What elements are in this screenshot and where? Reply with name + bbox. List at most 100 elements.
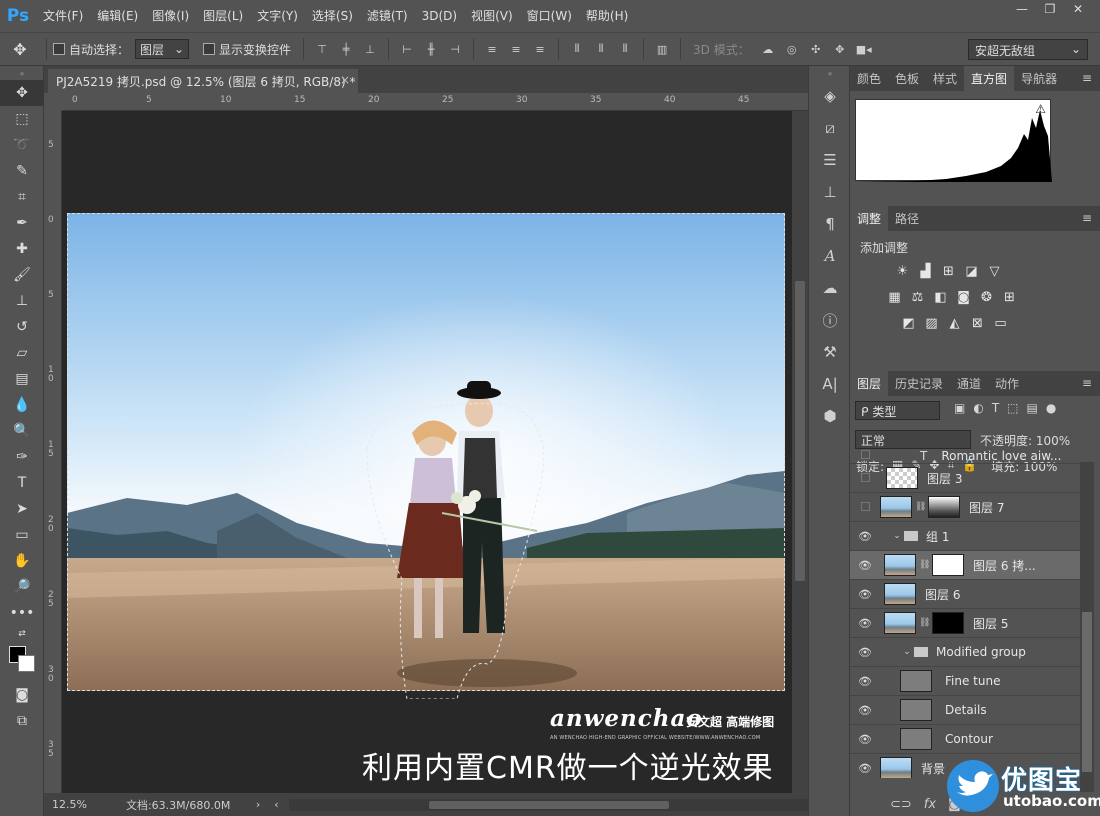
layer-thumbnail[interactable] bbox=[900, 670, 932, 692]
panel-tab[interactable]: 路径 bbox=[888, 206, 926, 231]
panel-tab[interactable]: 颜色 bbox=[850, 66, 888, 91]
3d-slide-icon[interactable]: ✥ bbox=[828, 39, 852, 59]
align-hcenter-icon[interactable]: ╫ bbox=[419, 39, 443, 59]
distribute-right-icon[interactable]: ⦀ bbox=[613, 39, 637, 59]
quick-mask-icon[interactable]: ◙ bbox=[0, 682, 44, 708]
distribute-left-icon[interactable]: ⦀ bbox=[565, 39, 589, 59]
visibility-eye-icon[interactable]: 👁 bbox=[850, 762, 880, 775]
opacity-field[interactable]: 不透明度: 100% bbox=[980, 432, 1070, 449]
visibility-eye-icon[interactable]: 👁 bbox=[850, 704, 880, 717]
selective-color-icon[interactable]: ⊠ bbox=[969, 315, 986, 332]
panel-menu-icon[interactable]: ≡ bbox=[1082, 211, 1092, 225]
distribute-bottom-icon[interactable]: ≡ bbox=[528, 39, 552, 59]
type-tool-icon[interactable]: T bbox=[0, 470, 44, 496]
more-tools-icon[interactable]: ••• bbox=[0, 600, 44, 626]
screen-mode-icon[interactable]: ⧉ bbox=[0, 708, 44, 734]
gradient-map-icon[interactable]: ▭ bbox=[992, 315, 1009, 332]
align-left-icon[interactable]: ⊢ bbox=[395, 39, 419, 59]
filter-toggle-icon[interactable]: ● bbox=[1046, 401, 1056, 415]
levels-icon[interactable]: ▟ bbox=[917, 263, 934, 280]
swap-colors-icon[interactable]: ⇄ bbox=[0, 626, 44, 642]
pen-tool-icon[interactable]: ✑ bbox=[0, 444, 44, 470]
crop-tool-icon[interactable]: ⌗ bbox=[0, 184, 44, 210]
canvas-pasteboard[interactable]: anwenchao 安文超 高端修图 AN WENCHAO HIGH-END G… bbox=[62, 111, 792, 793]
menu-item[interactable]: 窗口(W) bbox=[520, 0, 579, 32]
adjustment-filter-icon[interactable]: ◐ bbox=[973, 401, 983, 415]
marquee-tool-icon[interactable]: ⬚ bbox=[0, 106, 44, 132]
scroll-thumb[interactable] bbox=[795, 281, 805, 581]
panel-tab[interactable]: 样式 bbox=[926, 66, 964, 91]
scroll-left-icon[interactable]: ‹ bbox=[274, 798, 278, 811]
menu-item[interactable]: 视图(V) bbox=[464, 0, 520, 32]
visibility-eye-icon[interactable]: 👁 bbox=[850, 733, 880, 746]
dodge-tool-icon[interactable]: 🔍 bbox=[0, 418, 44, 444]
layer-thumbnail[interactable] bbox=[880, 496, 912, 518]
menu-item[interactable]: 文字(Y) bbox=[250, 0, 305, 32]
black-white-icon[interactable]: ◧ bbox=[932, 289, 949, 306]
distribute-top-icon[interactable]: ≡ bbox=[480, 39, 504, 59]
group-expand-icon[interactable]: ⌄ bbox=[890, 531, 904, 541]
scroll-thumb[interactable] bbox=[428, 800, 669, 809]
layer-style-icon[interactable]: fx bbox=[924, 797, 936, 812]
panel-tab[interactable]: 动作 bbox=[988, 371, 1026, 396]
tool-presets-icon[interactable]: ⚒ bbox=[809, 336, 851, 368]
panel-tab[interactable]: 导航器 bbox=[1014, 66, 1064, 91]
clone-stamp-tool-icon[interactable]: ⊥ bbox=[0, 288, 44, 314]
type-filter-icon[interactable]: T bbox=[992, 401, 999, 415]
vibrance-icon[interactable]: ▽ bbox=[986, 263, 1003, 280]
visibility-eye-icon[interactable] bbox=[850, 472, 880, 485]
move-tool-icon[interactable]: ✥ bbox=[0, 80, 44, 106]
auto-select-checkbox[interactable] bbox=[53, 43, 65, 55]
menu-item[interactable]: 3D(D) bbox=[415, 0, 464, 32]
close-icon[interactable]: × bbox=[340, 73, 350, 87]
paragraph-icon[interactable]: ¶ bbox=[809, 208, 851, 240]
quick-select-tool-icon[interactable]: ✎ bbox=[0, 158, 44, 184]
panel-tab[interactable]: 历史记录 bbox=[888, 371, 950, 396]
brush-tool-icon[interactable]: 🖌 bbox=[0, 262, 44, 288]
layer-thumbnail[interactable] bbox=[884, 554, 916, 576]
type-icon[interactable]: A| bbox=[809, 368, 851, 400]
eraser-tool-icon[interactable]: ▱ bbox=[0, 340, 44, 366]
menu-item[interactable]: 编辑(E) bbox=[90, 0, 145, 32]
panel-tab[interactable]: 通道 bbox=[950, 371, 988, 396]
layer-thumbnail[interactable] bbox=[886, 467, 918, 489]
menu-item[interactable]: 帮助(H) bbox=[579, 0, 635, 32]
document-tab[interactable]: PJ2A5219 拷贝.psd @ 12.5% (图层 6 拷贝, RGB/8)… bbox=[48, 69, 358, 93]
blend-mode-dropdown[interactable]: 正常 bbox=[855, 430, 971, 449]
layers-scrollbar[interactable] bbox=[1080, 462, 1094, 792]
link-layers-icon[interactable]: ⊂⊃ bbox=[890, 797, 912, 812]
photo-filter-icon[interactable]: ◙ bbox=[955, 289, 972, 306]
align-bottom-icon[interactable]: ⊥ bbox=[358, 39, 382, 59]
menu-item[interactable]: 选择(S) bbox=[305, 0, 360, 32]
visibility-eye-icon[interactable]: 👁 bbox=[850, 588, 880, 601]
visibility-eye-icon[interactable]: 👁 bbox=[850, 559, 880, 572]
auto-select-dropdown[interactable]: 图层 ⌄ bbox=[135, 39, 190, 59]
visibility-eye-icon[interactable]: 👁 bbox=[850, 675, 880, 688]
3d-drag-icon[interactable]: ✣ bbox=[804, 39, 828, 59]
canvas-vertical-scrollbar[interactable] bbox=[792, 111, 808, 793]
layer-row[interactable]: 👁 ⌄ 组 1 bbox=[850, 522, 1080, 551]
align-vcenter-icon[interactable]: ╪ bbox=[334, 39, 358, 59]
layer-row[interactable]: 👁 Fine tune bbox=[850, 667, 1080, 696]
layer-row[interactable]: 👁 ⛓ 图层 6 拷... bbox=[850, 551, 1080, 580]
align-top-icon[interactable]: ⊤ bbox=[310, 39, 334, 59]
exposure-icon[interactable]: ◪ bbox=[963, 263, 980, 280]
layer-mask-thumbnail[interactable] bbox=[932, 554, 964, 576]
distribute-vcenter-icon[interactable]: ≡ bbox=[504, 39, 528, 59]
menu-item[interactable]: 文件(F) bbox=[36, 0, 90, 32]
color-lookup-icon[interactable]: ⊞ bbox=[1001, 289, 1018, 306]
layer-thumbnail[interactable] bbox=[884, 612, 916, 634]
layer-thumbnail[interactable] bbox=[884, 583, 916, 605]
3d-icon[interactable]: ◈ bbox=[809, 80, 851, 112]
rectangle-tool-icon[interactable]: ▭ bbox=[0, 522, 44, 548]
layer-row[interactable]: ⛓ 图层 7 bbox=[850, 493, 1080, 522]
visibility-eye-icon[interactable] bbox=[850, 449, 880, 462]
mask-link-icon[interactable]: ⛓ bbox=[915, 502, 926, 512]
libraries-icon[interactable]: ☁ bbox=[809, 272, 851, 304]
threshold-icon[interactable]: ◭ bbox=[946, 315, 963, 332]
hue-saturation-icon[interactable]: ▦ bbox=[886, 289, 903, 306]
layer-row[interactable]: 图层 3 bbox=[850, 464, 1080, 493]
layer-mask-thumbnail[interactable] bbox=[932, 612, 964, 634]
layer-thumbnail[interactable] bbox=[900, 699, 932, 721]
visibility-eye-icon[interactable]: 👁 bbox=[850, 617, 880, 630]
